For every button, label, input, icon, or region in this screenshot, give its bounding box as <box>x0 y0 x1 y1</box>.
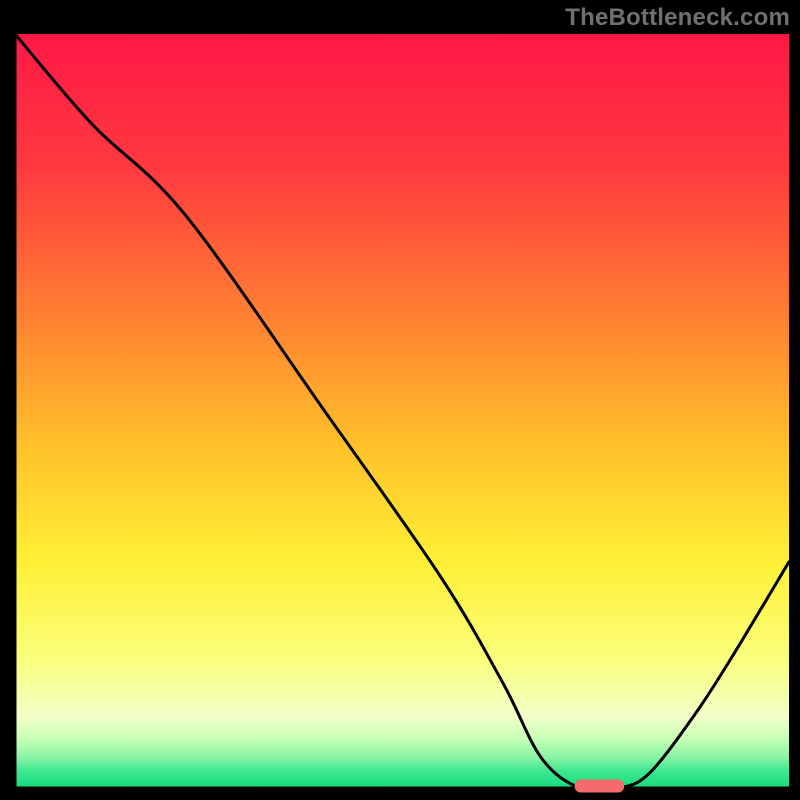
chart-canvas <box>0 0 800 800</box>
chart-stage: TheBottleneck.com <box>0 0 800 800</box>
optimal-marker <box>575 780 625 793</box>
plot-background <box>15 34 789 788</box>
watermark-text: TheBottleneck.com <box>565 4 790 32</box>
